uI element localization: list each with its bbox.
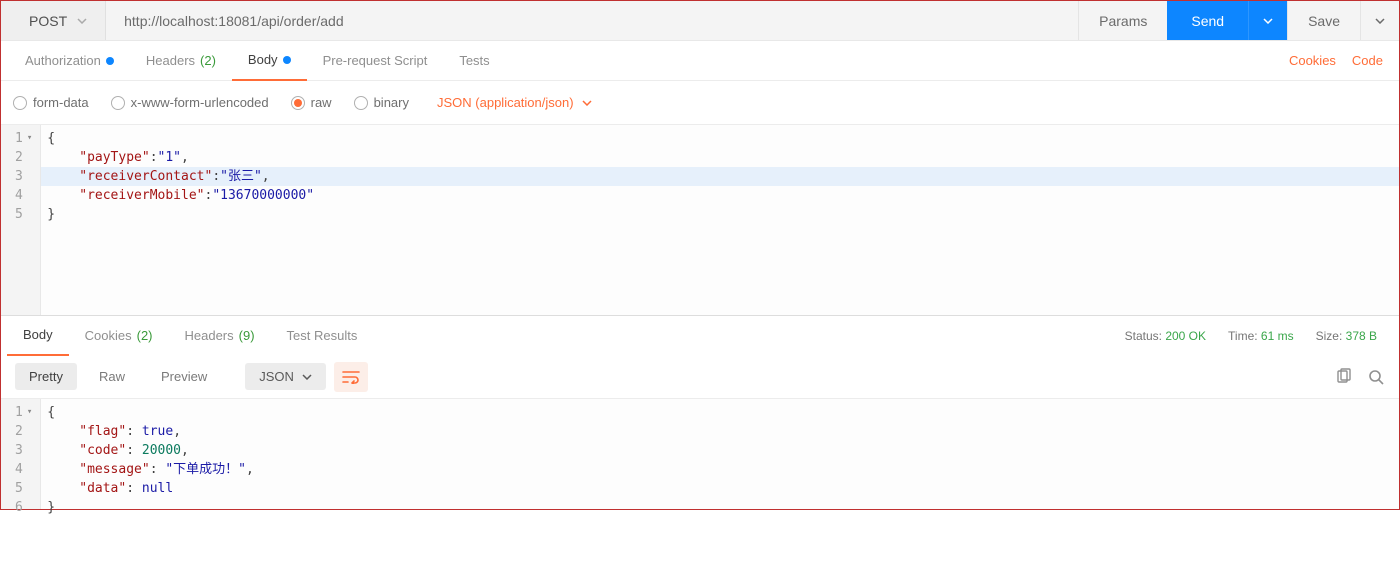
request-bar: POST http://localhost:18081/api/order/ad… (1, 1, 1399, 41)
view-raw[interactable]: Raw (85, 363, 139, 390)
fold-icon: ▾ (27, 129, 32, 148)
tab-body[interactable]: Body (232, 41, 307, 81)
send-options-button[interactable] (1248, 1, 1287, 40)
code-link[interactable]: Code (1344, 53, 1391, 68)
editor-code: { "payType":"1", "receiverContact":"张三",… (41, 125, 1399, 315)
response-toolbar: Pretty Raw Preview JSON (1, 355, 1399, 399)
body-type-row: form-data x-www-form-urlencoded raw bina… (1, 81, 1399, 125)
radio-raw[interactable]: raw (291, 95, 332, 110)
indicator-dot-icon (283, 56, 291, 64)
response-tab-headers[interactable]: Headers(9) (169, 316, 271, 356)
url-input[interactable]: http://localhost:18081/api/order/add (105, 1, 1078, 40)
tab-tests[interactable]: Tests (443, 41, 505, 81)
radio-checked-icon (291, 96, 305, 110)
chevron-down-icon (77, 18, 87, 24)
response-status: Status: 200 OK Time: 61 ms Size: 378 B (1125, 329, 1395, 343)
indicator-dot-icon (106, 57, 114, 65)
request-body-editor[interactable]: 1▾ 2▾ 3▾ 4▾ 5▾ { "payType":"1", "receive… (1, 125, 1399, 315)
response-tab-test-results[interactable]: Test Results (271, 316, 374, 356)
tab-authorization[interactable]: Authorization (9, 41, 130, 81)
view-pretty[interactable]: Pretty (15, 363, 77, 390)
tab-prerequest[interactable]: Pre-request Script (307, 41, 444, 81)
editor-gutter: 1▾ 2▾ 3▾ 4▾ 5▾ 6▾ (1, 399, 41, 509)
tab-headers[interactable]: Headers (2) (130, 41, 232, 81)
content-type-select[interactable]: JSON (application/json) (437, 95, 592, 110)
chevron-down-icon (1375, 18, 1385, 24)
request-tabs: Authorization Headers (2) Body Pre-reque… (1, 41, 1399, 81)
fold-icon: ▾ (27, 403, 32, 422)
response-tab-cookies[interactable]: Cookies(2) (69, 316, 169, 356)
editor-code: { "flag": true, "code": 20000, "message"… (41, 399, 1399, 509)
wrap-lines-button[interactable] (334, 362, 368, 392)
http-method-select[interactable]: POST (1, 1, 105, 40)
chevron-down-icon (582, 100, 592, 106)
radio-form-data[interactable]: form-data (13, 95, 89, 110)
copy-icon[interactable] (1335, 368, 1353, 386)
editor-gutter: 1▾ 2▾ 3▾ 4▾ 5▾ (1, 125, 41, 315)
save-button[interactable]: Save (1287, 1, 1360, 40)
response-format-select[interactable]: JSON (245, 363, 326, 390)
view-preview[interactable]: Preview (147, 363, 221, 390)
radio-icon (354, 96, 368, 110)
save-options-button[interactable] (1360, 1, 1399, 40)
chevron-down-icon (302, 374, 312, 380)
radio-icon (13, 96, 27, 110)
radio-binary[interactable]: binary (354, 95, 409, 110)
params-button[interactable]: Params (1078, 1, 1167, 40)
request-actions: Params Send Save (1078, 1, 1399, 40)
url-value: http://localhost:18081/api/order/add (124, 13, 344, 29)
radio-icon (111, 96, 125, 110)
response-header: Body Cookies(2) Headers(9) Test Results … (1, 315, 1399, 355)
response-body-editor[interactable]: 1▾ 2▾ 3▾ 4▾ 5▾ 6▾ { "flag": true, "code"… (1, 399, 1399, 509)
cookies-link[interactable]: Cookies (1281, 53, 1344, 68)
radio-urlencoded[interactable]: x-www-form-urlencoded (111, 95, 269, 110)
http-method-label: POST (29, 13, 67, 29)
send-button[interactable]: Send (1167, 1, 1248, 40)
chevron-down-icon (1263, 18, 1273, 24)
search-icon[interactable] (1367, 368, 1385, 386)
response-tab-body[interactable]: Body (7, 316, 69, 356)
